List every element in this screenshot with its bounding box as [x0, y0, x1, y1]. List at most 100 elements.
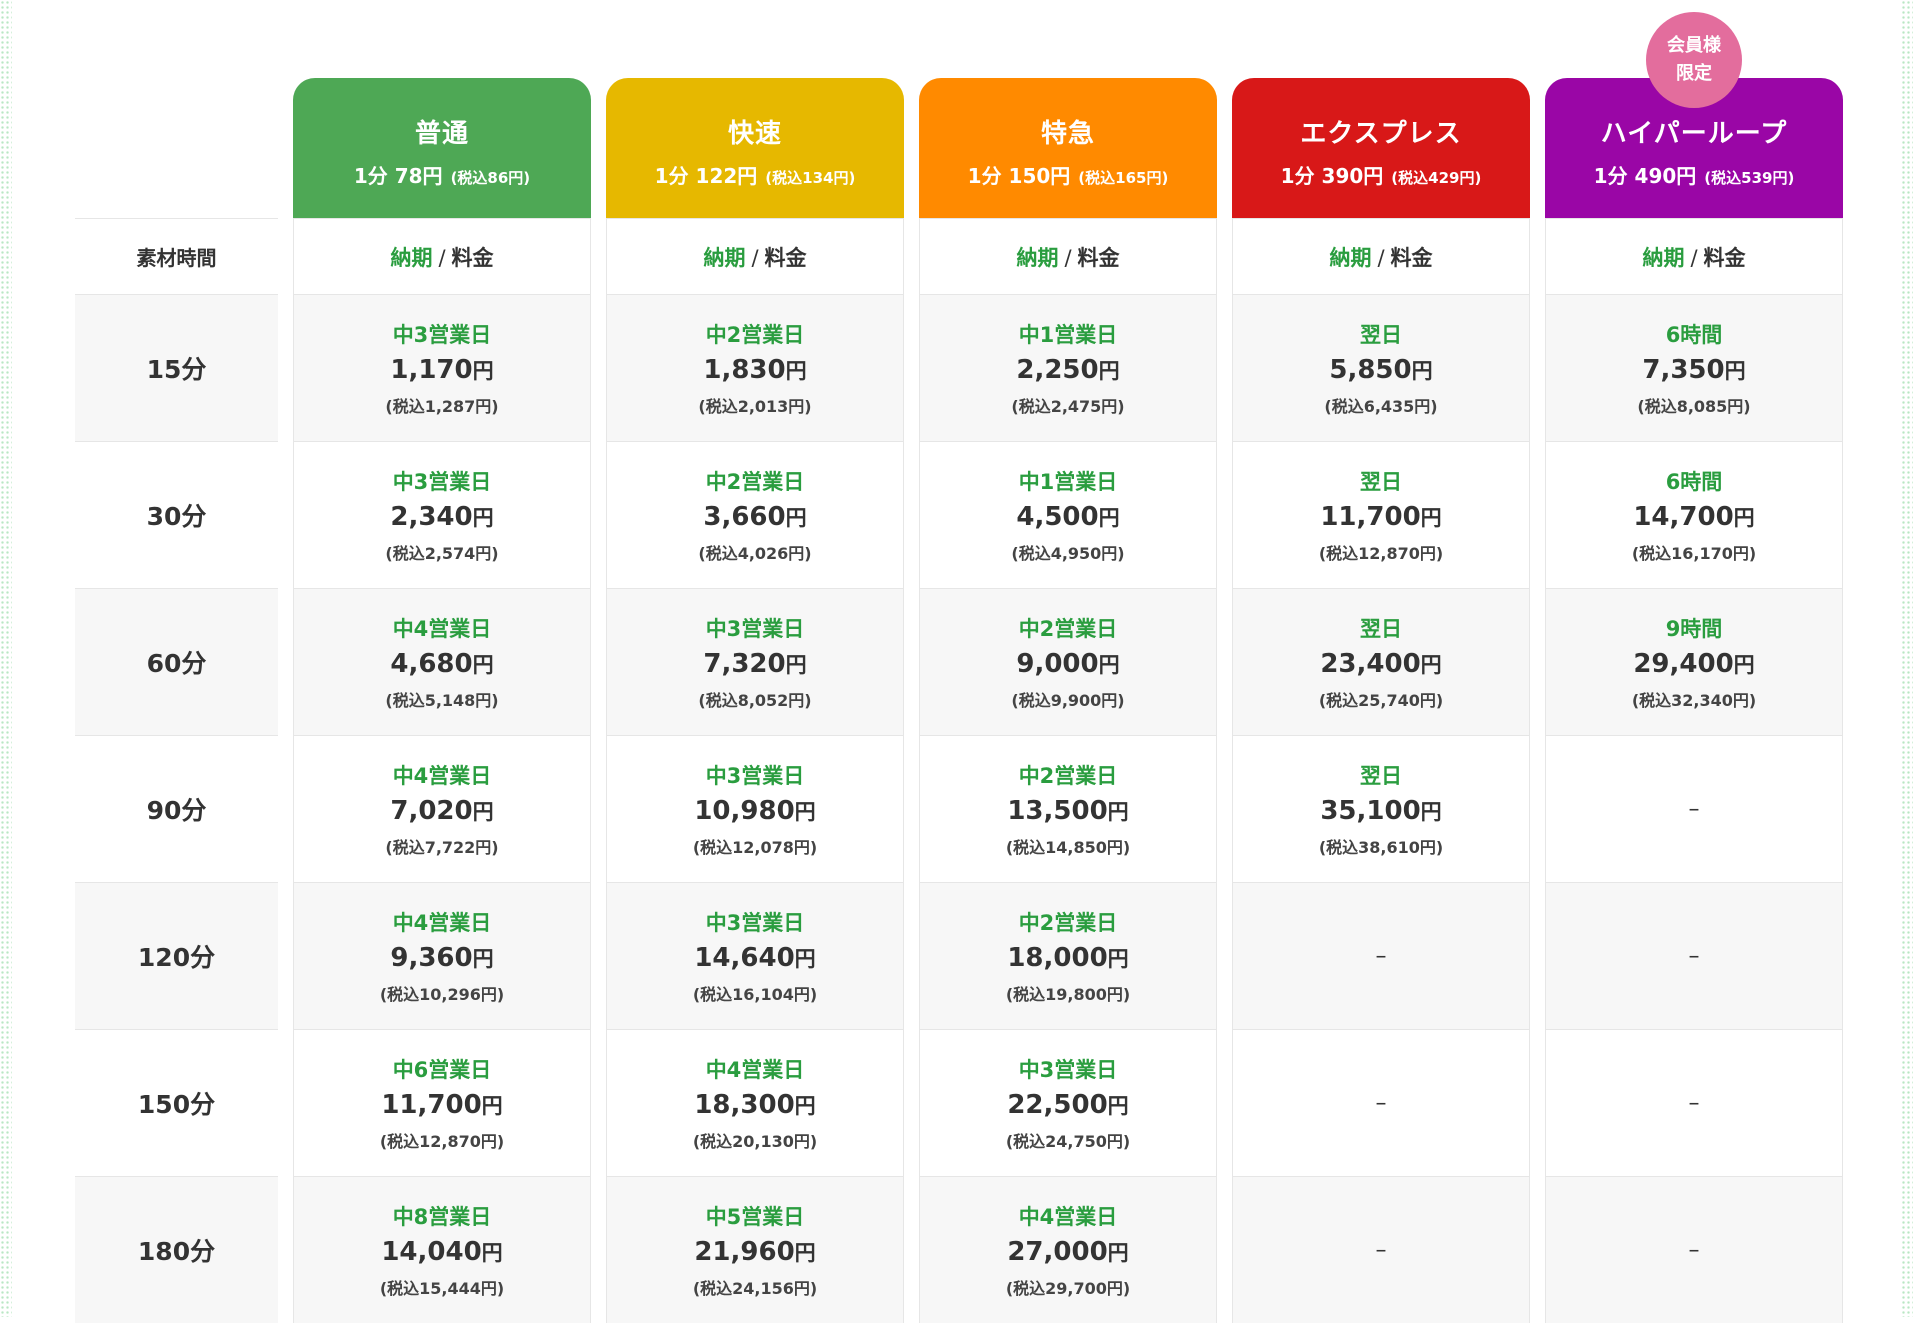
- duration-label: 180分: [75, 1176, 278, 1323]
- price-value: 27,000円: [1007, 1237, 1128, 1267]
- member-only-badge: 会員様 限定: [1646, 12, 1742, 108]
- price-cell: 中3営業日 2,340円 (税込2,574円): [293, 441, 591, 588]
- price-cell: 中4営業日 4,680円 (税込5,148円): [293, 588, 591, 735]
- plan-rate: 1分 390円 (税込429円): [1232, 160, 1530, 189]
- subheader-text: 納期 / 料金: [703, 242, 806, 272]
- subheader-cell: 納期 / 料金: [1545, 218, 1843, 294]
- price-currency: 円: [785, 506, 807, 530]
- price-currency: 円: [1724, 359, 1746, 383]
- price-cell: 中2営業日 9,000円 (税込9,900円): [919, 588, 1217, 735]
- price-amount: 21,960: [694, 1237, 795, 1267]
- delivery-time: 中8営業日: [392, 1205, 492, 1229]
- price-cell: 中3営業日 14,640円 (税込16,104円): [606, 882, 904, 1029]
- price-value: 4,680円: [390, 649, 493, 679]
- subheader-price: 料金: [764, 245, 807, 270]
- delivery-time: 中3営業日: [705, 764, 805, 788]
- delivery-time: 中4営業日: [392, 911, 492, 935]
- price-value: 35,100円: [1320, 796, 1441, 826]
- price-amount: 7,320: [703, 649, 786, 679]
- price-tax-included: (税込2,574円): [385, 544, 499, 563]
- price-cell: 中8営業日 14,040円 (税込15,444円): [293, 1176, 591, 1323]
- price-cell: 中4営業日 9,360円 (税込10,296円): [293, 882, 591, 1029]
- not-available: –: [1688, 943, 1700, 969]
- price-amount: 23,400: [1320, 649, 1421, 679]
- price-value: 2,340円: [390, 502, 493, 532]
- subheader-text: 納期 / 料金: [1016, 242, 1119, 272]
- price-currency: 円: [1107, 800, 1129, 824]
- duration-label: 15分: [75, 294, 278, 441]
- price-amount: 14,640: [694, 943, 795, 973]
- plan-header-2: 特急 1分 150円 (税込165円): [919, 78, 1217, 218]
- price-tax-included: (税込38,610円): [1318, 838, 1444, 857]
- price-value: 10,980円: [694, 796, 815, 826]
- subheader-price: 料金: [1390, 245, 1433, 270]
- plan-rate-value: 1分 78円: [353, 164, 443, 188]
- price-value: 3,660円: [703, 502, 806, 532]
- price-value: 7,020円: [390, 796, 493, 826]
- delivery-time: 中2営業日: [705, 323, 805, 347]
- price-tax-included: (税込32,340円): [1631, 691, 1757, 710]
- price-cell: 中6営業日 11,700円 (税込12,870円): [293, 1029, 591, 1176]
- price-currency: 円: [1420, 506, 1442, 530]
- price-tax-included: (税込1,287円): [385, 397, 499, 416]
- price-tax-included: (税込7,722円): [385, 838, 499, 857]
- price-cell: 翌日 5,850円 (税込6,435円): [1232, 294, 1530, 441]
- price-tax-included: (税込24,750円): [1005, 1132, 1131, 1151]
- price-tax-included: (税込29,700円): [1005, 1279, 1131, 1298]
- subheader-price: 料金: [1703, 245, 1746, 270]
- price-tax-included: (税込8,085円): [1637, 397, 1751, 416]
- price-currency: 円: [481, 1094, 503, 1118]
- price-cell: –: [1545, 735, 1843, 882]
- duration-label: 60分: [75, 588, 278, 735]
- subheader-delivery: 納期: [1329, 245, 1372, 270]
- price-currency: 円: [1098, 359, 1120, 383]
- table-row: 60分 中4営業日 4,680円 (税込5,148円) 中3営業日 7,320円 (税込8,…: [75, 588, 1845, 735]
- subheader-separator: /: [1064, 245, 1072, 270]
- subheader-delivery: 納期: [390, 245, 433, 270]
- price-amount: 11,700: [381, 1090, 482, 1120]
- duration-label: 120分: [75, 882, 278, 1029]
- price-amount: 29,400: [1633, 649, 1734, 679]
- price-cell: 中1営業日 4,500円 (税込4,950円): [919, 441, 1217, 588]
- plan-header-0: 普通 1分 78円 (税込86円): [293, 78, 591, 218]
- price-tax-included: (税込5,148円): [385, 691, 499, 710]
- price-tax-included: (税込10,296円): [379, 985, 505, 1004]
- delivery-time: 中3営業日: [1018, 1058, 1118, 1082]
- delivery-time: 翌日: [1360, 470, 1402, 494]
- plan-rate: 1分 122円 (税込134円): [606, 160, 904, 189]
- price-tax-included: (税込20,130円): [692, 1132, 818, 1151]
- price-cell: 中2営業日 3,660円 (税込4,026円): [606, 441, 904, 588]
- table-row: 120分 中4営業日 9,360円 (税込10,296円) 中3営業日 14,640円 (税…: [75, 882, 1845, 1029]
- price-cell: 6時間 14,700円 (税込16,170円): [1545, 441, 1843, 588]
- plan-name: 快速: [727, 119, 782, 149]
- price-tax-included: (税込15,444円): [379, 1279, 505, 1298]
- decorative-dot-border-right: [1901, 0, 1913, 1317]
- price-value: 1,830円: [703, 355, 806, 385]
- delivery-time: 中4営業日: [392, 617, 492, 641]
- subheader-delivery: 納期: [1016, 245, 1059, 270]
- price-value: 14,700円: [1633, 502, 1754, 532]
- delivery-time: 中1営業日: [1018, 323, 1118, 347]
- not-available: –: [1375, 943, 1387, 969]
- delivery-time: 中1営業日: [1018, 470, 1118, 494]
- price-amount: 7,020: [390, 796, 473, 826]
- price-amount: 7,350: [1642, 355, 1725, 385]
- price-value: 22,500円: [1007, 1090, 1128, 1120]
- price-tax-included: (税込9,900円): [1011, 691, 1125, 710]
- plan-header-4: 会員様 限定 ハイパーループ 1分 490円 (税込539円): [1545, 12, 1843, 218]
- price-currency: 円: [1733, 653, 1755, 677]
- price-tax-included: (税込25,740円): [1318, 691, 1444, 710]
- price-amount: 9,000: [1016, 649, 1099, 679]
- price-cell: –: [1232, 1176, 1530, 1323]
- price-tax-included: (税込2,475円): [1011, 397, 1125, 416]
- delivery-time: 翌日: [1360, 764, 1402, 788]
- subheader-text: 納期 / 料金: [390, 242, 493, 272]
- price-currency: 円: [794, 947, 816, 971]
- subheader-text: 納期 / 料金: [1642, 242, 1745, 272]
- price-value: 14,640円: [694, 943, 815, 973]
- plan-name: エクスプレス: [1300, 119, 1462, 149]
- price-cell: –: [1545, 1029, 1843, 1176]
- price-tax-included: (税込16,104円): [692, 985, 818, 1004]
- price-currency: 円: [794, 1094, 816, 1118]
- price-amount: 5,850: [1329, 355, 1412, 385]
